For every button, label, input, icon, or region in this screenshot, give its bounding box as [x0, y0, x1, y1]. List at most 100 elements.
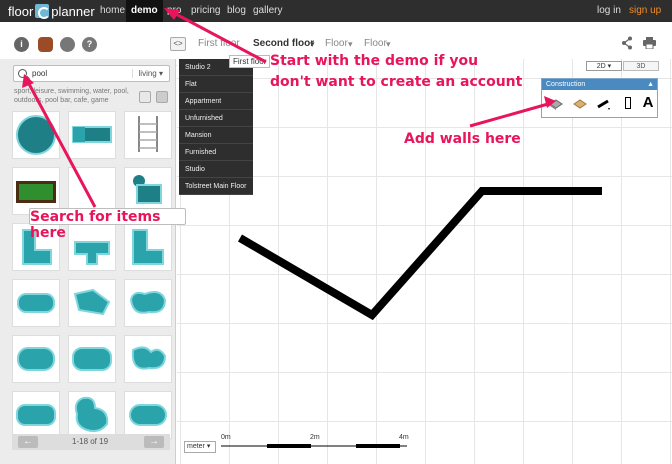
- dropdown-item[interactable]: Flat: [179, 76, 253, 93]
- nav-home[interactable]: home: [95, 0, 130, 22]
- item-oval-pool[interactable]: [12, 279, 60, 327]
- print-icon[interactable]: [643, 37, 656, 49]
- j-pool-icon: [132, 229, 164, 265]
- annotation-search: Search for items here: [29, 208, 186, 241]
- door-tool-icon[interactable]: [620, 95, 636, 111]
- oval-pool-icon: [17, 293, 55, 313]
- info-icon[interactable]: i: [14, 37, 29, 52]
- logo-icon: [35, 4, 51, 19]
- tab-first-floor[interactable]: First floor: [198, 38, 240, 49]
- annotation-demo: Start with the demo if you don't want to…: [270, 51, 522, 93]
- unit-label: meter: [187, 443, 205, 450]
- item-round-pool[interactable]: [12, 111, 60, 159]
- top-navigation: floor planner home demo pro pricing blog…: [0, 0, 672, 22]
- floor-4-chevron-icon[interactable]: ▾: [386, 39, 391, 50]
- view-2d-label: 2D: [596, 63, 606, 70]
- nav-demo[interactable]: demo: [126, 0, 163, 22]
- unit-select[interactable]: meter ▾: [184, 441, 216, 453]
- annotation-demo-line2: don't want to create an account: [270, 74, 523, 90]
- tab-second-floor[interactable]: Second floor: [253, 38, 314, 49]
- view-2d-button[interactable]: 2D ▾: [586, 61, 622, 71]
- item-capsule-pool[interactable]: [124, 391, 172, 439]
- rounded-pool-icon: [17, 347, 55, 371]
- item-kidney-pool[interactable]: [124, 335, 172, 383]
- search-input[interactable]: pool living ▾: [13, 65, 170, 82]
- settings-icon[interactable]: [60, 37, 75, 52]
- item-lap-pool[interactable]: [68, 111, 116, 159]
- logo[interactable]: floor planner: [8, 3, 95, 19]
- login-link[interactable]: log in: [592, 0, 626, 22]
- scale-label-2: 2m: [310, 434, 320, 441]
- item-long-pool[interactable]: [12, 391, 60, 439]
- dropdown-item[interactable]: Appartment: [179, 93, 253, 110]
- kidney-pool-icon: [131, 346, 167, 370]
- next-page-button[interactable]: →: [144, 436, 164, 448]
- floor-dropdown-menu: Studio 2 Flat Appartment Unfurnished Man…: [179, 59, 253, 195]
- nav-pricing[interactable]: pricing: [186, 0, 225, 22]
- item-pool-ladder[interactable]: [124, 111, 172, 159]
- tab-floor-3[interactable]: Floor: [325, 38, 348, 49]
- dropdown-item[interactable]: Furnished: [179, 144, 253, 161]
- page-count: 1-18 of 19: [72, 437, 109, 446]
- nav-blog[interactable]: blog: [222, 0, 251, 22]
- construction-panel: Construction ▲ A: [541, 78, 658, 118]
- blob-pool-icon: [74, 396, 109, 433]
- library-panel: pool living ▾ sport, leisure, swimming, …: [0, 59, 176, 464]
- annotation-walls: Add walls here: [404, 131, 521, 147]
- annotation-demo-line1: Start with the demo if you: [270, 53, 479, 69]
- item-freeform-pool[interactable]: [124, 279, 172, 327]
- scale-label-0: 0m: [221, 434, 231, 441]
- dropdown-item[interactable]: Unfurnished: [179, 110, 253, 127]
- signup-link[interactable]: sign up: [624, 0, 666, 22]
- furniture-bag-icon[interactable]: [38, 37, 53, 52]
- wall-tool-icon[interactable]: [596, 95, 612, 111]
- dropdown-item[interactable]: Mansion: [179, 127, 253, 144]
- t-pool-icon: [74, 241, 110, 265]
- category-label: living: [138, 69, 157, 78]
- capsule-pool-icon: [129, 404, 167, 426]
- panel-toggle-button[interactable]: <>: [170, 37, 186, 51]
- search-tags: sport, leisure, swimming, water, pool, o…: [14, 88, 129, 104]
- tooltip: First floor: [229, 55, 271, 68]
- logo-text-right: planner: [51, 3, 95, 19]
- search-icon: [18, 69, 27, 78]
- help-icon[interactable]: ?: [82, 37, 97, 52]
- floor-3-chevron-icon[interactable]: ▾: [348, 39, 353, 50]
- nav-pro[interactable]: pro: [162, 0, 186, 22]
- angled-pool-icon: [73, 288, 111, 316]
- room-tool-icon[interactable]: [548, 95, 564, 111]
- pool-ladder-icon: [138, 116, 158, 152]
- category-select[interactable]: living ▾: [131, 69, 163, 78]
- construction-header: Construction ▲: [542, 79, 657, 90]
- share-icon[interactable]: [621, 36, 633, 50]
- wide-pool-icon: [72, 347, 112, 371]
- nav-gallery[interactable]: gallery: [248, 0, 287, 22]
- view-3d-button[interactable]: 3D: [623, 61, 659, 71]
- tab-floor-4[interactable]: Floor: [364, 38, 387, 49]
- item-rounded-pool[interactable]: [12, 335, 60, 383]
- item-wide-pool[interactable]: [68, 335, 116, 383]
- item-blob-pool[interactable]: [68, 391, 116, 439]
- search-query: pool: [32, 69, 48, 78]
- grid-view-icon[interactable]: [156, 91, 168, 103]
- text-tool-icon[interactable]: A: [640, 95, 656, 111]
- long-pool-icon: [16, 404, 56, 426]
- pager: ← 1-18 of 19 →: [12, 434, 170, 450]
- scale-ruler: [221, 444, 407, 448]
- item-t-pool[interactable]: [68, 223, 116, 271]
- dropdown-item[interactable]: Studio: [179, 161, 253, 178]
- lap-pool-icon: [72, 126, 112, 143]
- item-angled-pool[interactable]: [68, 279, 116, 327]
- scale-label-4: 4m: [399, 434, 409, 441]
- floor-tool-icon[interactable]: [572, 95, 588, 111]
- second-floor-chevron-icon[interactable]: ▾: [310, 39, 315, 50]
- item-j-pool[interactable]: [124, 223, 172, 271]
- dropdown-item[interactable]: Tolstreet Main Floor: [179, 178, 253, 195]
- minimize-icon[interactable]: ▲: [647, 79, 654, 90]
- list-view-icon[interactable]: [139, 91, 151, 103]
- logo-text-left: floor: [8, 3, 34, 19]
- construction-title: Construction: [546, 81, 586, 88]
- prev-page-button[interactable]: ←: [18, 436, 38, 448]
- round-pool-icon: [16, 115, 56, 155]
- freeform-pool-icon: [129, 291, 167, 314]
